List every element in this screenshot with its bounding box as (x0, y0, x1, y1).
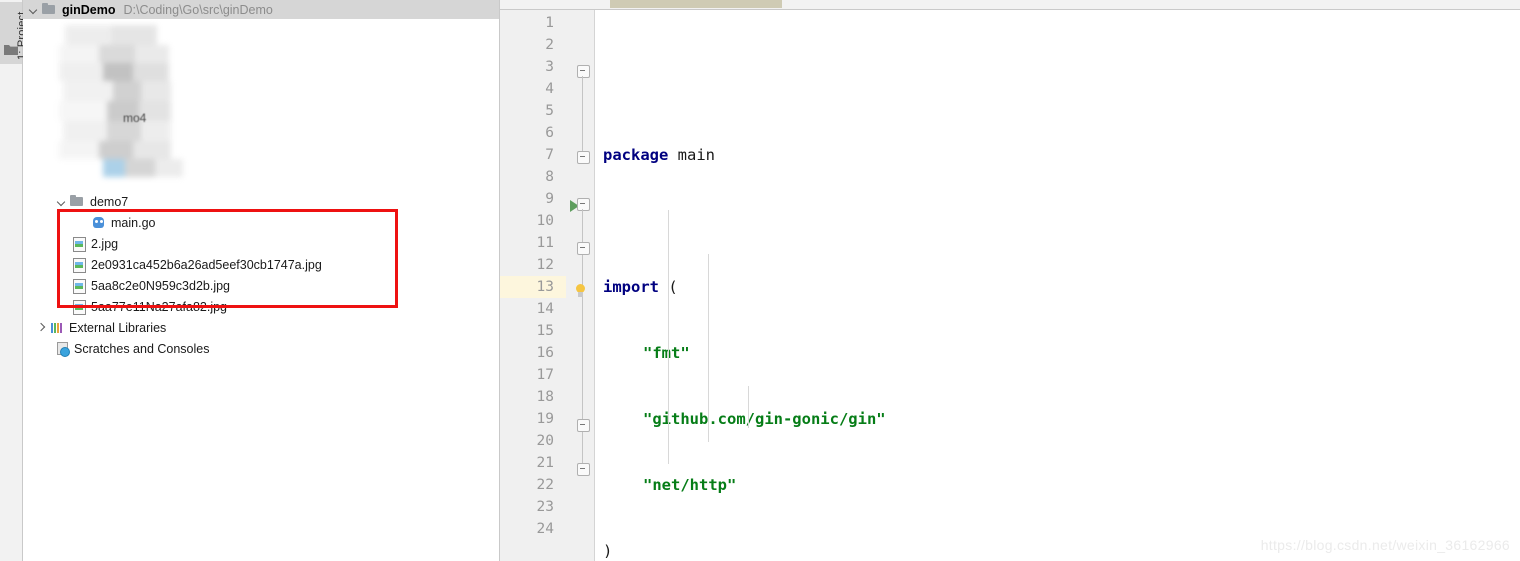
tree-label-main-go: main.go (111, 215, 156, 230)
code-line-5: "github.com/gin-gonic/gin" (595, 408, 1520, 430)
project-tree: mo4 demo7 main.go 2.jpg 2e0931ca452b6a26… (23, 19, 499, 359)
code-editor: 1 2 3 4 5 6 7 8 9 10 11 12 13 14 15 16 1… (500, 0, 1520, 561)
project-root-row[interactable]: ginDemo D:\Coding\Go\src\ginDemo (23, 0, 499, 19)
editor-body: 1 2 3 4 5 6 7 8 9 10 11 12 13 14 15 16 1… (500, 10, 1520, 561)
code-text: ) (603, 542, 613, 560)
line-number: 22 (536, 477, 554, 493)
code-line-6: "net/http" (595, 474, 1520, 496)
tree-row-demo7[interactable]: demo7 (23, 191, 499, 212)
tree-row-file-3[interactable]: 5aa77e11Na27afa82.jpg (23, 296, 499, 317)
line-number: 9 (545, 191, 554, 207)
keyword: import (603, 278, 659, 296)
line-number: 18 (536, 389, 554, 405)
project-tool-window: ginDemo D:\Coding\Go\src\ginDemo mo4 dem… (23, 0, 500, 561)
tree-label-file: 2e0931ca452b6a26ad5eef30cb1747a.jpg (91, 257, 322, 272)
string-literal: "fmt" (643, 344, 690, 362)
line-number: 16 (536, 345, 554, 361)
line-number: 8 (545, 169, 554, 185)
code-line-3: import ( (595, 276, 1520, 298)
code-line-4: "fmt" (595, 342, 1520, 364)
line-number: 7 (545, 147, 554, 163)
tree-label-demo7: demo7 (90, 194, 129, 209)
tree-label-file: 5aa77e11Na27afa82.jpg (91, 299, 228, 314)
line-number: 20 (536, 433, 554, 449)
tree-row-file-0[interactable]: 2.jpg (23, 233, 499, 254)
tree-label-file: 5aa8c2e0N959c3d2b.jpg (91, 278, 231, 293)
image-file-icon (71, 257, 86, 273)
line-number: 17 (536, 367, 554, 383)
project-folder-icon (41, 3, 57, 16)
chevron-down-icon[interactable] (55, 195, 68, 208)
fold-marker-icon[interactable] (577, 419, 590, 432)
line-number: 11 (536, 235, 554, 251)
editor-tab-active[interactable] (610, 0, 782, 8)
chevron-right-icon[interactable] (35, 321, 48, 334)
line-number: 15 (536, 323, 554, 339)
line-number: 14 (536, 301, 554, 317)
fold-marker-icon[interactable] (577, 242, 590, 255)
folder-icon (69, 195, 85, 208)
line-number: 4 (545, 81, 554, 97)
lightbulb-icon[interactable] (574, 284, 587, 299)
line-number: 3 (545, 59, 554, 75)
line-number: 24 (536, 521, 554, 537)
image-file-icon (71, 236, 86, 252)
fold-marker-icon[interactable] (577, 65, 590, 78)
fold-marker-icon[interactable] (577, 198, 590, 211)
censored-text-fragment: mo4 (123, 111, 147, 125)
line-number: 2 (545, 37, 554, 53)
line-number: 19 (536, 411, 554, 427)
line-number: 21 (536, 455, 554, 471)
ide-window: 1: Project ginDemo D:\Coding\Go\src\ginD… (0, 0, 1520, 561)
line-number: 5 (545, 103, 554, 119)
code-content[interactable]: package main import ( "fmt" "github.com/… (595, 10, 1520, 561)
line-number: 12 (536, 257, 554, 273)
image-file-icon (71, 299, 86, 315)
code-text: main (668, 146, 715, 164)
image-file-icon (71, 278, 86, 294)
tree-row-file-2[interactable]: 5aa8c2e0N959c3d2b.jpg (23, 275, 499, 296)
editor-tab-bar (500, 0, 1520, 10)
tree-row-file-1[interactable]: 2e0931ca452b6a26ad5eef30cb1747a.jpg (23, 254, 499, 275)
watermark-text: https://blog.csdn.net/weixin_36162966 (1260, 537, 1510, 553)
line-number: 1 (545, 15, 554, 31)
tree-label-external-libraries: External Libraries (69, 320, 167, 335)
chevron-down-icon[interactable] (27, 3, 40, 16)
keyword: package (603, 146, 669, 164)
line-number-gutter: 1 2 3 4 5 6 7 8 9 10 11 12 13 14 15 16 1… (500, 10, 566, 561)
string-literal: "github.com/gin-gonic/gin" (643, 410, 886, 428)
line-number: 13 (500, 276, 566, 298)
folder-icon (4, 45, 18, 55)
go-file-icon (91, 215, 106, 230)
project-path: D:\Coding\Go\src\ginDemo (123, 2, 273, 17)
line-number: 23 (536, 499, 554, 515)
fold-marker-icon[interactable] (577, 151, 590, 164)
tree-row-external-libraries[interactable]: External Libraries (23, 317, 499, 338)
tree-row-main-go[interactable]: main.go (23, 212, 499, 233)
line-number: 6 (545, 125, 554, 141)
fold-marker-icon[interactable] (577, 463, 590, 476)
censored-tree-region (59, 25, 183, 177)
project-name: ginDemo (62, 2, 116, 17)
libraries-icon (49, 320, 64, 335)
tree-row-scratches[interactable]: Scratches and Consoles (23, 338, 499, 359)
string-literal: "net/http" (643, 476, 737, 494)
scratches-icon (55, 341, 70, 357)
tree-label-file: 2.jpg (91, 236, 119, 251)
left-tool-strip: 1: Project (0, 0, 28, 561)
code-line-1: package main (595, 144, 1520, 166)
line-number: 10 (536, 213, 554, 229)
editor-gutter-marks (566, 10, 595, 561)
tree-label-scratches: Scratches and Consoles (74, 341, 210, 356)
